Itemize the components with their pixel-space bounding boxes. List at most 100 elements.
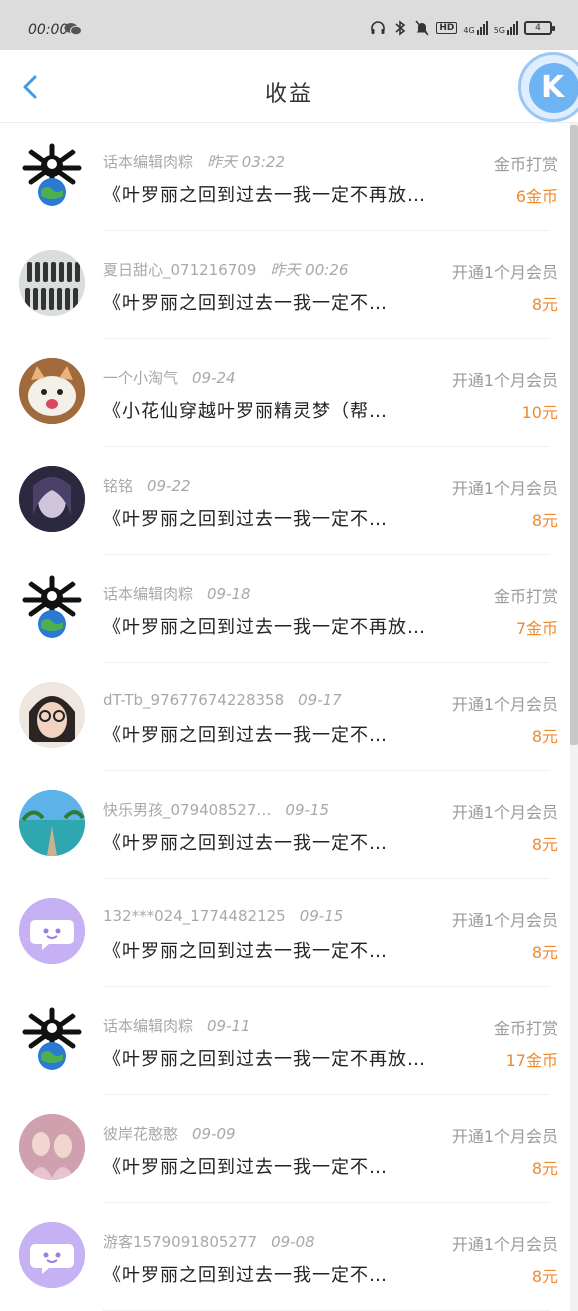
record-type: 金币打赏 (493, 1019, 558, 1038)
user-name: 话本编辑肉粽 (103, 153, 194, 171)
avatar[interactable] (19, 358, 85, 424)
user-name: 铭铭 (103, 477, 134, 495)
record-meta: 话本编辑肉粽 09-18 (103, 583, 251, 604)
user-name: 游客1579091805277 (103, 1233, 258, 1251)
record-amount: 8元 (531, 1159, 558, 1178)
record-amount: 17金币 (505, 1051, 558, 1070)
avatar[interactable] (19, 898, 85, 964)
user-name: 132***024_1774482125 (103, 907, 286, 925)
record-type: 开通1个月会员 (451, 371, 558, 390)
record-amount: 8元 (531, 727, 558, 746)
record-meta: 铭铭 09-22 (103, 475, 191, 496)
assistant-logo-icon: K (529, 63, 578, 113)
user-name: dT-Tb_97677674228358 (103, 691, 285, 709)
user-name: 话本编辑肉粽 (103, 585, 194, 603)
record-type: 开通1个月会员 (451, 479, 558, 498)
avatar[interactable] (19, 574, 85, 640)
user-name: 一个小淘气 (103, 369, 179, 387)
record-date: 09-24 (192, 369, 236, 387)
earning-record[interactable]: 话本编辑肉粽 09-18 金币打赏 《叶罗丽之回到过去一我一定不再放… 7金币 (0, 555, 570, 663)
earning-record[interactable]: 话本编辑肉粽 昨天 03:22 金币打赏 《叶罗丽之回到过去一我一定不再放… 6金… (0, 123, 570, 231)
record-amount: 10元 (521, 403, 558, 422)
work-title: 《叶罗丽之回到过去一我一定不… (103, 725, 388, 746)
earning-record[interactable]: dT-Tb_97677674228358 09-17 开通1个月会员 《叶罗丽之回… (0, 663, 570, 771)
wechat-icon (64, 23, 82, 36)
record-type: 开通1个月会员 (451, 1127, 558, 1146)
record-type: 金币打赏 (493, 587, 558, 606)
earning-record[interactable]: 132***024_1774482125 09-15 开通1个月会员 《叶罗丽之回… (0, 879, 570, 987)
record-date: 09-17 (298, 691, 342, 709)
battery-icon: 4 (524, 21, 555, 35)
headphones-icon (370, 20, 386, 36)
user-name: 彼岸花憨憨 (103, 1125, 179, 1143)
avatar[interactable] (19, 1222, 85, 1288)
earning-record[interactable]: 快乐男孩_079408527… 09-15 开通1个月会员 《叶罗丽之回到过去一我… (0, 771, 570, 879)
record-amount: 7金币 (515, 619, 558, 638)
work-title: 《叶罗丽之回到过去一我一定不… (103, 1157, 388, 1178)
record-date: 09-22 (147, 477, 191, 495)
work-title: 《叶罗丽之回到过去一我一定不再放… (103, 185, 426, 206)
record-date: 09-11 (207, 1017, 251, 1035)
record-date: 昨天 00:26 (270, 261, 349, 279)
earnings-list: 话本编辑肉粽 昨天 03:22 金币打赏 《叶罗丽之回到过去一我一定不再放… 6金… (0, 123, 570, 1311)
avatar[interactable] (19, 790, 85, 856)
status-bar: 00:00 HD 4G 5G 4 (0, 0, 578, 50)
record-meta: 话本编辑肉粽 昨天 03:22 (103, 151, 285, 172)
record-meta: dT-Tb_97677674228358 09-17 (103, 691, 342, 709)
record-meta: 话本编辑肉粽 09-11 (103, 1015, 251, 1036)
page-title: 收益 (264, 82, 313, 107)
record-meta: 夏日甜心_071216709 昨天 00:26 (103, 259, 348, 280)
avatar[interactable] (19, 682, 85, 748)
record-amount: 6金币 (515, 187, 558, 206)
record-meta: 132***024_1774482125 09-15 (103, 907, 343, 925)
record-type: 开通1个月会员 (451, 695, 558, 714)
earning-record[interactable]: 游客1579091805277 09-08 开通1个月会员 《叶罗丽之回到过去一我… (0, 1203, 570, 1311)
avatar[interactable] (19, 1006, 85, 1072)
record-meta: 游客1579091805277 09-08 (103, 1231, 315, 1252)
record-type: 开通1个月会员 (451, 1235, 558, 1254)
record-meta: 彼岸花憨憨 09-09 (103, 1123, 236, 1144)
work-title: 《叶罗丽之回到过去一我一定不… (103, 941, 388, 962)
avatar[interactable] (19, 466, 85, 532)
record-date: 昨天 03:22 (207, 153, 286, 171)
avatar[interactable] (19, 250, 85, 316)
work-title: 《小花仙穿越叶罗丽精灵梦（帮… (103, 401, 388, 422)
page-header: 收益 (0, 50, 578, 123)
record-date: 09-15 (299, 907, 344, 925)
earning-record[interactable]: 铭铭 09-22 开通1个月会员 《叶罗丽之回到过去一我一定不… 8元 (0, 447, 570, 555)
work-title: 《叶罗丽之回到过去一我一定不… (103, 509, 388, 530)
work-title: 《叶罗丽之回到过去一我一定不… (103, 833, 388, 854)
earning-record[interactable]: 夏日甜心_071216709 昨天 00:26 开通1个月会员 《叶罗丽之回到过去… (0, 231, 570, 339)
status-time: 00:00 (28, 22, 69, 38)
user-name: 快乐男孩_079408527… (103, 801, 272, 819)
earning-record[interactable]: 话本编辑肉粽 09-11 金币打赏 《叶罗丽之回到过去一我一定不再放… 17金币 (0, 987, 570, 1095)
record-date: 09-15 (285, 801, 329, 819)
record-type: 开通1个月会员 (451, 911, 558, 930)
user-name: 话本编辑肉粽 (103, 1017, 194, 1035)
record-amount: 8元 (531, 835, 558, 854)
hd-icon: HD (436, 22, 458, 34)
record-type: 金币打赏 (493, 155, 558, 174)
bluetooth-icon (392, 20, 408, 36)
mute-icon (414, 20, 430, 36)
signal-5g-icon: 5G (494, 21, 518, 35)
work-title: 《叶罗丽之回到过去一我一定不… (103, 1265, 388, 1286)
scrollbar[interactable] (570, 125, 578, 745)
record-date: 09-18 (207, 585, 251, 603)
record-amount: 8元 (531, 943, 558, 962)
record-date: 09-09 (192, 1125, 236, 1143)
record-amount: 8元 (531, 1267, 558, 1286)
user-name: 夏日甜心_071216709 (103, 261, 257, 279)
work-title: 《叶罗丽之回到过去一我一定不再放… (103, 617, 426, 638)
work-title: 《叶罗丽之回到过去一我一定不… (103, 293, 388, 314)
work-title: 《叶罗丽之回到过去一我一定不再放… (103, 1049, 426, 1070)
avatar[interactable] (19, 1114, 85, 1180)
record-date: 09-08 (271, 1233, 315, 1251)
earning-record[interactable]: 彼岸花憨憨 09-09 开通1个月会员 《叶罗丽之回到过去一我一定不… 8元 (0, 1095, 570, 1203)
signal-4g-icon: 4G (463, 21, 488, 35)
record-amount: 8元 (531, 295, 558, 314)
avatar[interactable] (19, 142, 85, 208)
record-type: 开通1个月会员 (451, 803, 558, 822)
record-type: 开通1个月会员 (451, 263, 558, 282)
earning-record[interactable]: 一个小淘气 09-24 开通1个月会员 《小花仙穿越叶罗丽精灵梦（帮… 10元 (0, 339, 570, 447)
